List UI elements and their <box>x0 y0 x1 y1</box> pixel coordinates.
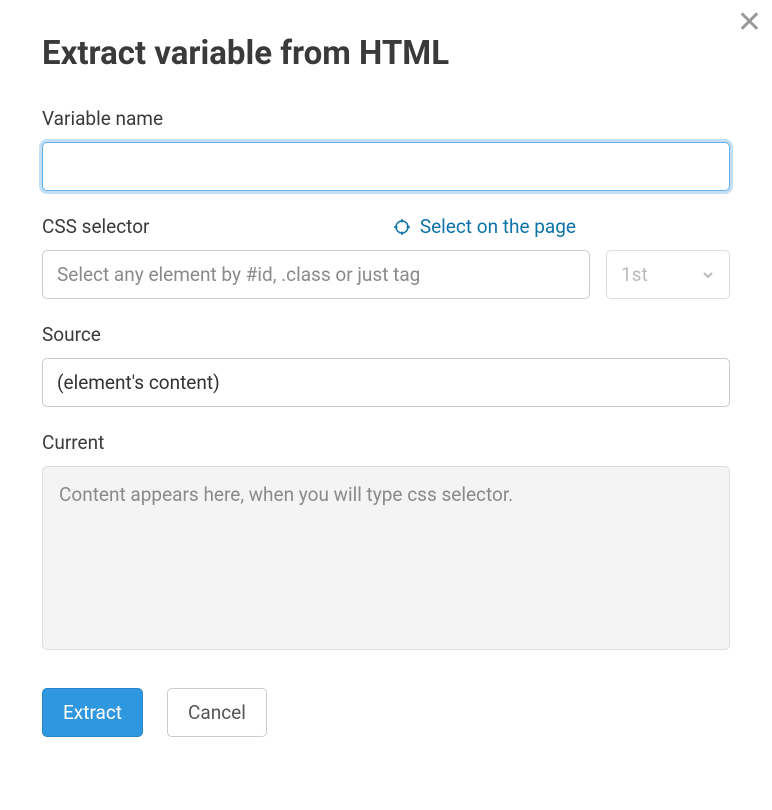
variable-name-input[interactable] <box>42 142 730 191</box>
css-selector-input[interactable] <box>42 250 590 299</box>
css-selector-group: CSS selector Select on the page 1st <box>42 215 730 299</box>
modal-title: Extract variable from HTML <box>42 34 730 73</box>
css-selector-input-row: 1st <box>42 250 730 299</box>
chevron-down-icon <box>701 268 715 282</box>
variable-name-group: Variable name <box>42 107 730 191</box>
current-group: Current Content appears here, when you w… <box>42 431 730 650</box>
current-preview: Content appears here, when you will type… <box>42 466 730 650</box>
current-label: Current <box>42 431 730 454</box>
order-dropdown[interactable]: 1st <box>606 250 730 299</box>
css-selector-label-row: CSS selector Select on the page <box>42 215 730 238</box>
variable-name-label: Variable name <box>42 107 730 130</box>
extract-button[interactable]: Extract <box>42 688 143 737</box>
cancel-button[interactable]: Cancel <box>167 688 267 737</box>
select-on-page-link[interactable]: Select on the page <box>394 215 730 238</box>
close-icon[interactable]: ✕ <box>737 8 762 38</box>
extract-variable-modal: ✕ Extract variable from HTML Variable na… <box>0 0 772 767</box>
source-group: Source <box>42 323 730 407</box>
source-input[interactable] <box>42 358 730 407</box>
select-on-page-text: Select on the page <box>420 215 576 238</box>
button-row: Extract Cancel <box>42 688 730 737</box>
source-label: Source <box>42 323 730 346</box>
css-selector-label: CSS selector <box>42 215 149 238</box>
order-dropdown-value: 1st <box>621 263 648 286</box>
target-icon <box>394 219 410 235</box>
